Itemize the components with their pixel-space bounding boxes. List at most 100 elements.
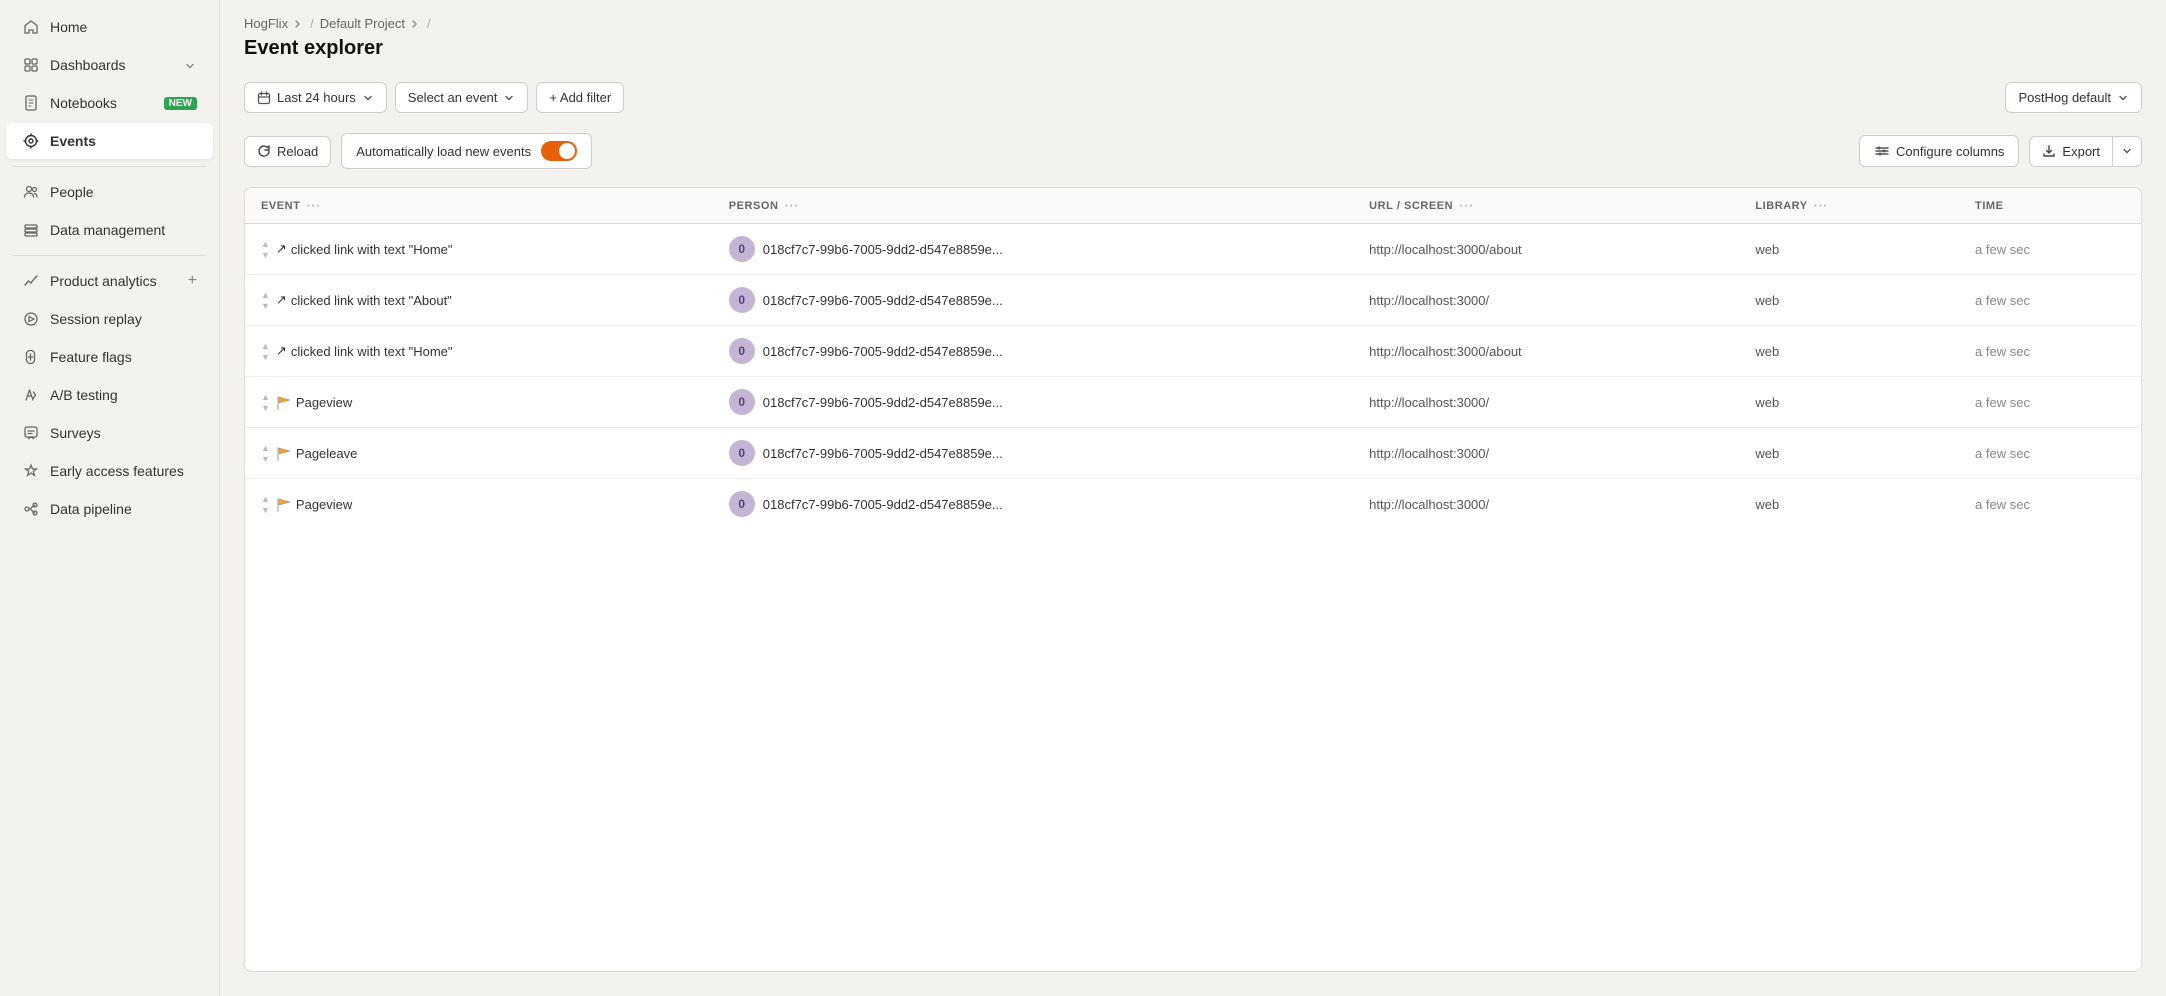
event-name: Pageview (296, 395, 352, 410)
table-row[interactable]: ▲ ▼ ↗ clicked link with text "Home" 0 01… (245, 224, 2141, 275)
expand-arrows[interactable]: ▲ ▼ (261, 443, 270, 464)
person-col-options[interactable]: ··· (785, 198, 800, 213)
person-cell: 0 018cf7c7-99b6-7005-9dd2-d547e8859e... (713, 224, 1353, 275)
library-value: web (1755, 344, 1779, 359)
avatar[interactable]: 0 (729, 440, 755, 466)
sidebar-item-early-access[interactable]: Early access features (6, 453, 213, 489)
event-cell: ▲ ▼ Pageleave (245, 428, 713, 479)
table-row[interactable]: ▲ ▼ ↗ clicked link with text "About" 0 0… (245, 275, 2141, 326)
person-id[interactable]: 018cf7c7-99b6-7005-9dd2-d547e8859e... (763, 242, 1003, 257)
breadcrumb-project-label: Default Project (320, 16, 405, 31)
event-cell: ▲ ▼ ↗ clicked link with text "Home" (245, 326, 713, 377)
person-id[interactable]: 018cf7c7-99b6-7005-9dd2-d547e8859e... (763, 293, 1003, 308)
cluster-label: PostHog default (2018, 90, 2111, 105)
person-id[interactable]: 018cf7c7-99b6-7005-9dd2-d547e8859e... (763, 497, 1003, 512)
sidebar-item-events-label: Events (50, 133, 96, 149)
library-cell: web (1739, 377, 1959, 428)
event-name: clicked link with text "About" (291, 293, 452, 308)
url-value: http://localhost:3000/about (1369, 242, 1522, 257)
sidebar-item-notebooks[interactable]: Notebooks NEW (6, 85, 213, 121)
library-value: web (1755, 497, 1779, 512)
sidebar-item-ab-testing[interactable]: A/B testing (6, 377, 213, 413)
sidebar-item-dashboards[interactable]: Dashboards (6, 47, 213, 83)
library-cell: web (1739, 479, 1959, 530)
avatar[interactable]: 0 (729, 287, 755, 313)
avatar[interactable]: 0 (729, 389, 755, 415)
reload-button[interactable]: Reload (244, 136, 331, 167)
table-row[interactable]: ▲ ▼ Pageview 0 018cf7c7-99b6-7005-9dd2-d… (245, 479, 2141, 530)
expand-arrows[interactable]: ▲ ▼ (261, 392, 270, 413)
url-value: http://localhost:3000/ (1369, 446, 1489, 461)
url-value: http://localhost:3000/ (1369, 497, 1489, 512)
date-range-label: Last 24 hours (277, 90, 356, 105)
cluster-selector-button[interactable]: PostHog default (2005, 82, 2142, 113)
library-value: web (1755, 293, 1779, 308)
person-cell: 0 018cf7c7-99b6-7005-9dd2-d547e8859e... (713, 428, 1353, 479)
events-table: EVENT ··· PERSON ··· URL (245, 188, 2141, 529)
person-id[interactable]: 018cf7c7-99b6-7005-9dd2-d547e8859e... (763, 344, 1003, 359)
table-row[interactable]: ▲ ▼ Pageleave 0 018cf7c7-99b6-7005-9dd2-… (245, 428, 2141, 479)
sidebar-item-events[interactable]: Events (6, 123, 213, 159)
breadcrumb-hogflix[interactable]: HogFlix (244, 16, 304, 31)
data-management-icon (22, 221, 40, 239)
expand-arrows[interactable]: ▲ ▼ (261, 341, 270, 362)
sidebar-item-people[interactable]: People (6, 174, 213, 210)
sidebar-item-home[interactable]: Home (6, 9, 213, 45)
sidebar-item-product-analytics[interactable]: Product analytics + (6, 263, 213, 299)
expand-arrows[interactable]: ▲ ▼ (261, 494, 270, 515)
sidebar-item-data-management[interactable]: Data management (6, 212, 213, 248)
library-value: web (1755, 242, 1779, 257)
person-id[interactable]: 018cf7c7-99b6-7005-9dd2-d547e8859e... (763, 446, 1003, 461)
sidebar-item-data-pipeline[interactable]: Data pipeline (6, 491, 213, 527)
avatar[interactable]: 0 (729, 491, 755, 517)
sidebar-item-session-replay[interactable]: Session replay (6, 301, 213, 337)
export-chevron-button[interactable] (2113, 138, 2141, 164)
library-col-options[interactable]: ··· (1814, 198, 1829, 213)
col-header-person: PERSON ··· (713, 188, 1353, 224)
expand-arrows[interactable]: ▲ ▼ (261, 290, 270, 311)
configure-columns-button[interactable]: Configure columns (1859, 135, 2019, 167)
sidebar-item-product-analytics-label: Product analytics (50, 273, 157, 289)
time-cell: a few sec (1959, 224, 2141, 275)
action-bar: Reload Automatically load new events Con… (244, 123, 2142, 179)
auto-load-toggle[interactable] (541, 141, 577, 161)
event-name: Pageleave (296, 446, 357, 461)
avatar[interactable]: 0 (729, 236, 755, 262)
event-type-icon: ↗ (276, 292, 287, 308)
sidebar-item-feature-flags[interactable]: Feature flags (6, 339, 213, 375)
auto-load-container: Automatically load new events (341, 133, 592, 169)
person-cell: 0 018cf7c7-99b6-7005-9dd2-d547e8859e... (713, 377, 1353, 428)
date-range-button[interactable]: Last 24 hours (244, 82, 387, 113)
product-analytics-icon (22, 272, 40, 290)
avatar[interactable]: 0 (729, 338, 755, 364)
add-filter-button[interactable]: + Add filter (536, 82, 624, 113)
breadcrumb-project[interactable]: Default Project (320, 16, 421, 31)
event-cell: ▲ ▼ Pageview (245, 377, 713, 428)
event-type-icon: ↗ (276, 343, 287, 359)
time-cell: a few sec (1959, 479, 2141, 530)
event-name: Pageview (296, 497, 352, 512)
event-selector-button[interactable]: Select an event (395, 82, 529, 113)
url-value: http://localhost:3000/ (1369, 293, 1489, 308)
expand-arrows[interactable]: ▲ ▼ (261, 239, 270, 260)
content-area: Reload Automatically load new events Con… (220, 123, 2166, 996)
export-main[interactable]: Export (2030, 137, 2112, 166)
sidebar-item-surveys[interactable]: Surveys (6, 415, 213, 451)
url-cell: http://localhost:3000/about (1353, 224, 1739, 275)
breadcrumb: HogFlix / Default Project / (244, 16, 2142, 31)
sidebar-divider-2 (12, 255, 207, 256)
sidebar-item-notebooks-label: Notebooks (50, 95, 117, 111)
url-cell: http://localhost:3000/ (1353, 275, 1739, 326)
library-cell: web (1739, 428, 1959, 479)
url-col-options[interactable]: ··· (1459, 198, 1474, 213)
export-button[interactable]: Export (2029, 136, 2142, 167)
table-row[interactable]: ▲ ▼ ↗ clicked link with text "Home" 0 01… (245, 326, 2141, 377)
table-row[interactable]: ▲ ▼ Pageview 0 018cf7c7-99b6-7005-9dd2-d… (245, 377, 2141, 428)
person-id[interactable]: 018cf7c7-99b6-7005-9dd2-d547e8859e... (763, 395, 1003, 410)
product-analytics-plus-icon[interactable]: + (188, 272, 197, 290)
add-filter-label: + Add filter (549, 90, 611, 105)
events-table-container: EVENT ··· PERSON ··· URL (244, 187, 2142, 972)
date-range-chevron-icon (362, 92, 374, 104)
reload-label: Reload (277, 144, 318, 159)
event-col-options[interactable]: ··· (306, 198, 321, 213)
